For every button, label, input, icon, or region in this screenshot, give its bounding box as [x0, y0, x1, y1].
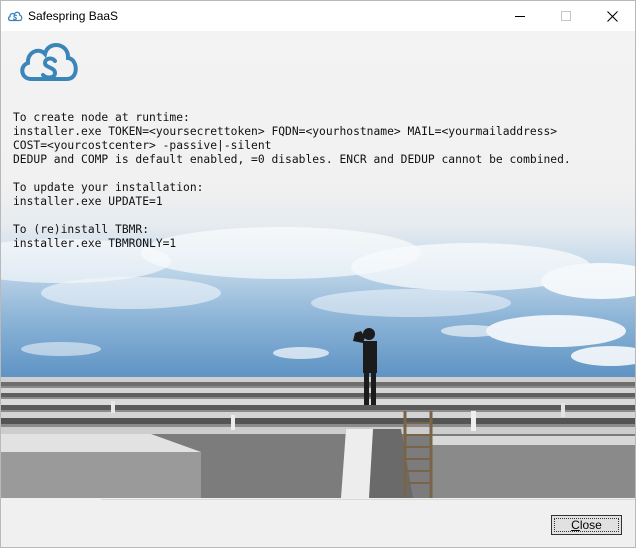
footer-divider	[101, 499, 635, 500]
minimize-button[interactable]	[497, 1, 543, 31]
maximize-button[interactable]	[543, 1, 589, 31]
runtime-defaults-note: DEDUP and COMP is default enabled, =0 di…	[13, 153, 571, 166]
reinstall-command: installer.exe TBMRONLY=1	[13, 237, 177, 250]
maze-background-image	[1, 227, 635, 498]
runtime-command-line-1: installer.exe TOKEN=<yoursecrettoken> FQ…	[13, 125, 558, 138]
maximize-icon	[561, 11, 571, 21]
window-close-button[interactable]	[589, 1, 635, 31]
update-command: installer.exe UPDATE=1	[13, 195, 163, 208]
minimize-icon	[515, 16, 525, 17]
close-button[interactable]: Close	[551, 515, 622, 535]
safespring-logo-icon	[20, 43, 78, 81]
dialog-footer: Close	[1, 498, 635, 547]
runtime-heading: To create node at runtime:	[13, 111, 190, 124]
runtime-command-line-2: COST=<yourcostcenter> -passive|-silent	[13, 139, 272, 152]
installer-window: Safespring BaaS To create node at runtim…	[0, 0, 636, 548]
close-icon	[606, 10, 618, 22]
command-line-instructions: To create node at runtime: installer.exe…	[13, 111, 571, 251]
close-button-accelerator: C	[571, 518, 580, 532]
title-bar[interactable]: Safespring BaaS	[1, 1, 635, 31]
window-title: Safespring BaaS	[28, 9, 119, 23]
update-heading: To update your installation:	[13, 181, 204, 194]
maze-walls	[1, 377, 635, 498]
reinstall-heading: To (re)install TBMR:	[13, 223, 150, 236]
close-button-label: lose	[579, 518, 602, 532]
app-cloud-icon	[7, 11, 23, 22]
banner-area: To create node at runtime: installer.exe…	[1, 31, 635, 498]
